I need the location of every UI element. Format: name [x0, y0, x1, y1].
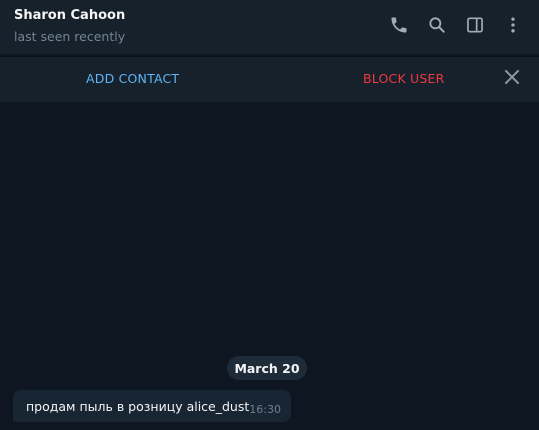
contact-name[interactable]: Sharon Cahoon [14, 8, 125, 23]
chat-window: Sharon Cahoon last seen recently ADD CON… [0, 0, 539, 430]
message-text: продам пыль в розницу alice_dust [26, 399, 250, 414]
close-icon[interactable] [503, 68, 521, 86]
add-contact-button[interactable]: ADD CONTACT [86, 71, 179, 86]
message-list[interactable]: March 20 продам пыль в розницу alice_dus… [0, 102, 539, 430]
date-separator: March 20 [227, 356, 307, 380]
more-vertical-icon[interactable] [502, 14, 524, 36]
block-user-button[interactable]: BLOCK USER [363, 71, 445, 86]
search-icon[interactable] [426, 14, 448, 36]
sidebar-toggle-icon[interactable] [464, 14, 486, 36]
message-bubble[interactable]: продам пыль в розницу alice_dust 16:30 [13, 390, 291, 422]
contact-status: last seen recently [14, 29, 126, 44]
phone-icon[interactable] [388, 14, 410, 36]
chat-header: Sharon Cahoon last seen recently [0, 0, 539, 55]
contact-action-bar: ADD CONTACT BLOCK USER [0, 56, 539, 102]
message-time: 16:30 [249, 403, 281, 416]
